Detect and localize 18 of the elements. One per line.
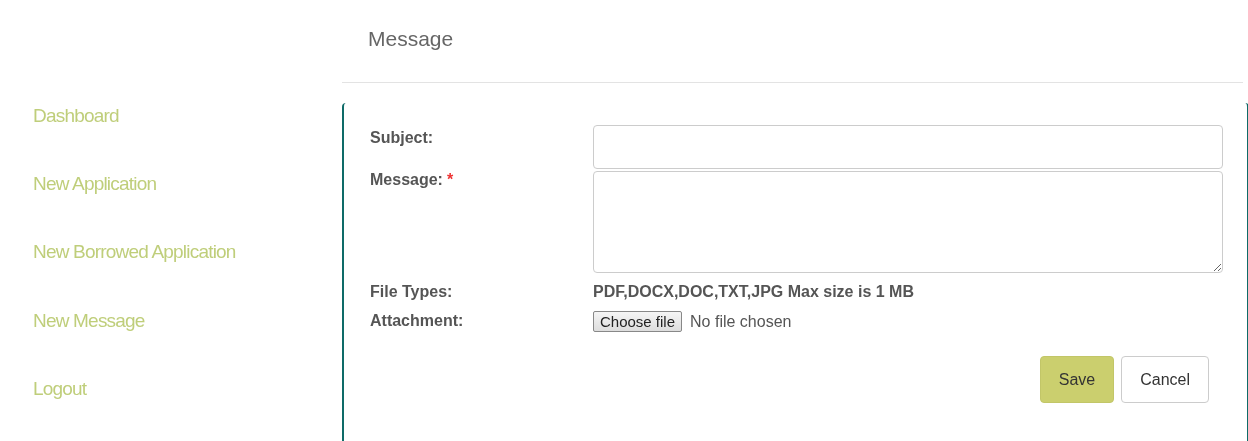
page-title: Message [368,27,454,52]
choose-file-button[interactable]: Choose file [593,311,683,332]
sidebar-link[interactable]: New Message [0,304,342,373]
field-label: File Types: [370,283,454,301]
sidebar-link[interactable]: Logout [0,372,342,441]
sidebar-link[interactable]: Dashboard [0,100,342,169]
file-status: No file chosen [690,312,792,331]
sidebar-link[interactable]: New Application [0,168,342,237]
save-button[interactable]: Save [1039,356,1115,403]
message-textarea[interactable] [593,171,1223,273]
required-mark: * [446,171,454,188]
sidebar-link[interactable]: New Borrowed Application [0,236,342,305]
cancel-button[interactable]: Cancel [1121,356,1209,403]
subject-input[interactable] [593,125,1223,169]
file-types-text: PDF,DOCX,DOC,TXT,JPG Max size is 1 MB [593,283,915,301]
field-label: Message: * [370,171,455,189]
field-label: Attachment: [370,311,465,330]
field-label: Subject: [370,128,435,147]
